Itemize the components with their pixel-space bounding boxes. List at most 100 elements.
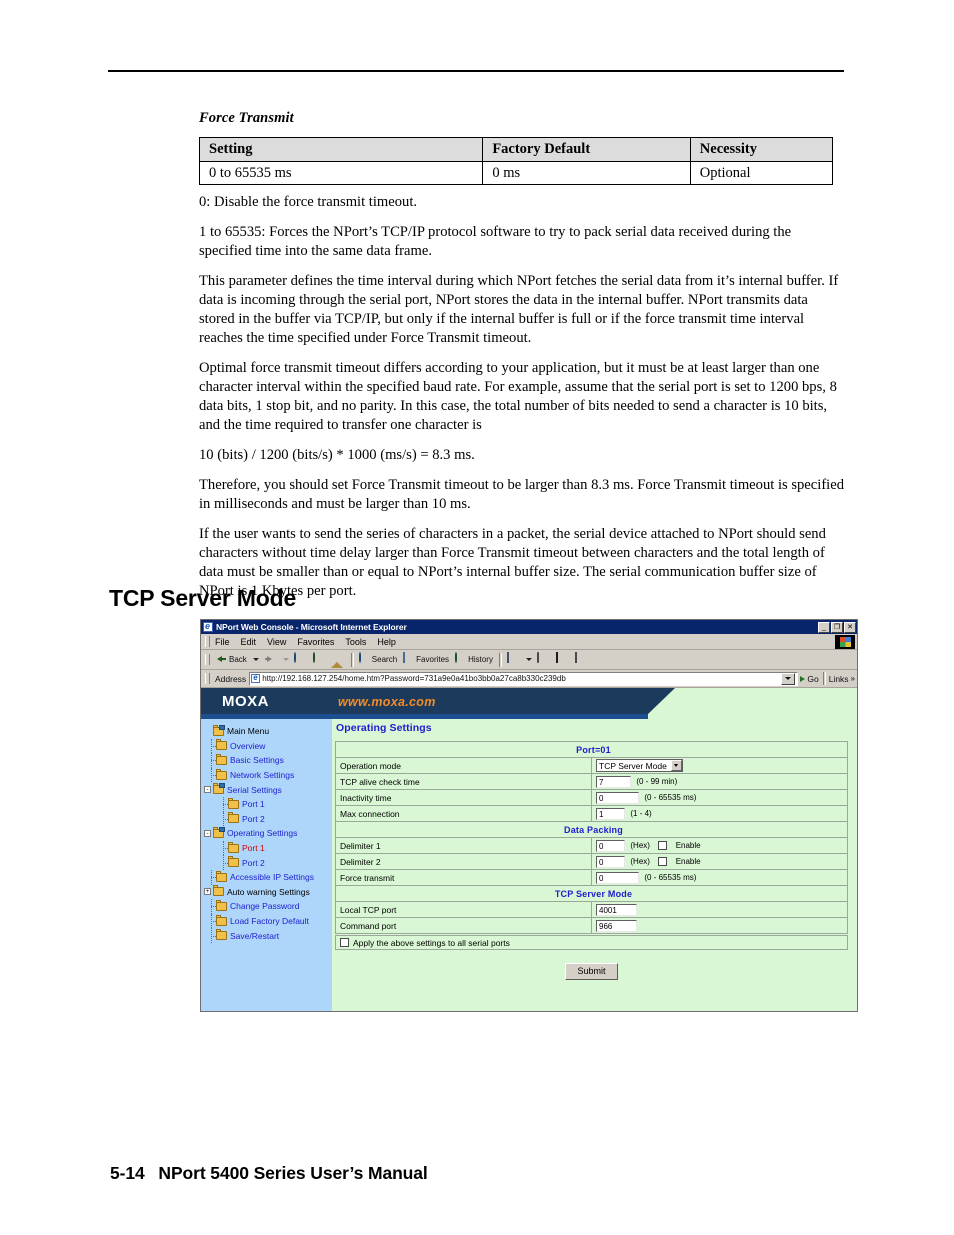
discuss-button[interactable] xyxy=(574,652,588,666)
paragraph-2: 1 to 65535: Forces the NPort’s TCP/IP pr… xyxy=(199,224,792,260)
delimiter1-input[interactable]: 0 xyxy=(596,839,625,852)
apply-all-checkbox[interactable] xyxy=(340,938,349,947)
tree-collapse-icon[interactable]: - xyxy=(204,786,211,794)
delimiter2-input[interactable]: 0 xyxy=(596,855,625,868)
go-button[interactable]: Go xyxy=(800,674,819,684)
sidebar-item-save-restart[interactable]: Save/Restart xyxy=(204,928,332,943)
tree-expand-icon[interactable]: + xyxy=(204,888,211,896)
book-folder-icon xyxy=(213,826,225,838)
search-button[interactable]: Search xyxy=(358,652,397,666)
menu-item-tools[interactable]: Tools xyxy=(345,637,366,647)
home-button[interactable] xyxy=(330,653,345,668)
table-header-row: Setting Factory Default Necessity xyxy=(198,137,834,162)
edit-button[interactable] xyxy=(555,652,569,666)
restore-icon[interactable]: ❐ xyxy=(831,621,843,633)
delimiter1-cell: 0 (Hex) Enable xyxy=(591,837,848,854)
back-dropdown-icon[interactable] xyxy=(252,658,259,661)
close-icon[interactable]: ✕ xyxy=(844,621,856,633)
sidebar-item-overview[interactable]: Overview xyxy=(204,738,332,754)
forward-button[interactable] xyxy=(263,653,277,666)
submit-button[interactable]: Submit xyxy=(565,963,618,980)
folder-icon xyxy=(228,856,239,868)
footer-page-number: 5-14 xyxy=(110,1163,145,1183)
menu-item-edit[interactable]: Edit xyxy=(241,637,257,647)
sidebar-item-operating-settings[interactable]: - Operating Settings xyxy=(204,826,332,841)
mail-button[interactable] xyxy=(506,652,520,666)
address-input[interactable]: http://192.168.127.254/home.htm?Password… xyxy=(249,671,799,686)
mail-dropdown-icon[interactable] xyxy=(525,658,532,661)
moxa-banner: MOXA www.moxa.com xyxy=(201,688,857,719)
max-connection-input[interactable]: 1 xyxy=(596,807,625,820)
port-header: Port=01 xyxy=(335,741,848,758)
back-arrow-icon xyxy=(215,653,228,666)
stop-button[interactable] xyxy=(293,652,307,666)
max-connection-cell: 1 (1 - 4) xyxy=(591,805,848,822)
address-history-dropdown-icon[interactable] xyxy=(781,672,796,685)
menu-item-file[interactable]: File xyxy=(215,637,230,647)
menu-item-favorites[interactable]: Favorites xyxy=(297,637,334,647)
sidebar-item-auto-warning-settings[interactable]: + Auto warning Settings xyxy=(204,885,332,900)
tree-line xyxy=(209,869,216,885)
sidebar-label: Port 2 xyxy=(242,813,265,824)
folder-icon xyxy=(216,768,227,780)
chevron-down-icon[interactable] xyxy=(670,760,682,771)
force-transmit-input[interactable]: 0 xyxy=(596,871,639,884)
print-button[interactable] xyxy=(536,652,550,666)
sidebar-item-operating-port-1[interactable]: Port 1 xyxy=(204,840,332,856)
paragraph-3: This parameter defines the time interval… xyxy=(199,273,839,347)
tree-collapse-icon[interactable]: - xyxy=(204,829,211,837)
sidebar-item-serial-settings[interactable]: - Serial Settings xyxy=(204,782,332,797)
sidebar-item-operating-port-2[interactable]: Port 2 xyxy=(204,855,332,870)
apply-all-label: Apply the above settings to all serial p… xyxy=(353,937,510,948)
favorites-button[interactable]: Favorites xyxy=(402,652,449,666)
menu-grip-handle[interactable] xyxy=(205,636,210,647)
address-grip-handle[interactable] xyxy=(205,673,210,684)
sidebar-item-serial-port-1[interactable]: Port 1 xyxy=(204,796,332,812)
apply-all-row[interactable]: Apply the above settings to all serial p… xyxy=(335,935,848,950)
delimiter1-label: Delimiter 1 xyxy=(335,837,592,854)
sidebar-label: Load Factory Default xyxy=(230,916,309,927)
inactivity-label: Inactivity time xyxy=(335,789,592,806)
refresh-button[interactable] xyxy=(312,652,326,666)
forward-dropdown-icon[interactable] xyxy=(282,658,289,661)
tree-line xyxy=(209,913,216,929)
tree-line xyxy=(209,767,216,783)
folder-icon xyxy=(216,929,227,941)
command-port-input[interactable]: 966 xyxy=(596,919,637,932)
sidebar-item-main-menu[interactable]: Main Menu xyxy=(204,724,332,739)
book-folder-icon xyxy=(213,724,225,736)
delimiter1-enable-checkbox[interactable] xyxy=(658,841,668,850)
operation-mode-select[interactable]: TCP Server Mode xyxy=(596,759,683,772)
paragraph-5: 10 (bits) / 1200 (bits/s) * 1000 (ms/s) … xyxy=(199,447,475,463)
folder-icon xyxy=(228,841,239,853)
minimize-icon[interactable]: _ xyxy=(818,621,830,633)
sidebar-item-load-factory-default[interactable]: Load Factory Default xyxy=(204,913,332,929)
tcp-alive-hint: (0 - 99 min) xyxy=(636,777,678,786)
local-tcp-port-input[interactable]: 4001 xyxy=(596,903,637,916)
paragraph-6: Therefore, you should set Force Transmit… xyxy=(199,476,845,512)
sidebar-item-network-settings[interactable]: Network Settings xyxy=(204,767,332,783)
spec-table: Setting Factory Default Necessity 0 to 6… xyxy=(198,137,834,186)
history-button[interactable]: History xyxy=(454,652,493,666)
links-chevron-icon[interactable]: » xyxy=(851,674,855,683)
footer-manual-title: NPort 5400 Series User’s Manual xyxy=(158,1163,428,1183)
tree-line xyxy=(221,796,228,812)
delimiter2-enable-checkbox[interactable] xyxy=(658,857,668,866)
menu-item-help[interactable]: Help xyxy=(377,637,396,647)
toolbar-grip-handle[interactable] xyxy=(205,654,210,665)
sidebar-label: Save/Restart xyxy=(230,930,280,941)
sidebar-label: Main Menu xyxy=(227,726,270,737)
tree-line xyxy=(221,840,228,856)
sidebar-item-change-password[interactable]: Change Password xyxy=(204,899,332,914)
settings-content-pane: Operating Settings Port=01 Operation mod… xyxy=(332,719,857,1011)
menu-item-view[interactable]: View xyxy=(267,637,286,647)
links-button[interactable]: Links xyxy=(829,674,849,684)
back-button[interactable]: Back xyxy=(215,653,247,666)
sidebar-item-accessible-ip-settings[interactable]: Accessible IP Settings xyxy=(204,869,332,885)
tcp-alive-input[interactable]: 7 xyxy=(596,775,631,788)
edit-icon xyxy=(555,652,568,666)
sidebar-item-serial-port-2[interactable]: Port 2 xyxy=(204,811,332,827)
inactivity-input[interactable]: 0 xyxy=(596,791,639,804)
sidebar-label: Basic Settings xyxy=(230,755,284,766)
sidebar-item-basic-settings[interactable]: Basic Settings xyxy=(204,753,332,768)
